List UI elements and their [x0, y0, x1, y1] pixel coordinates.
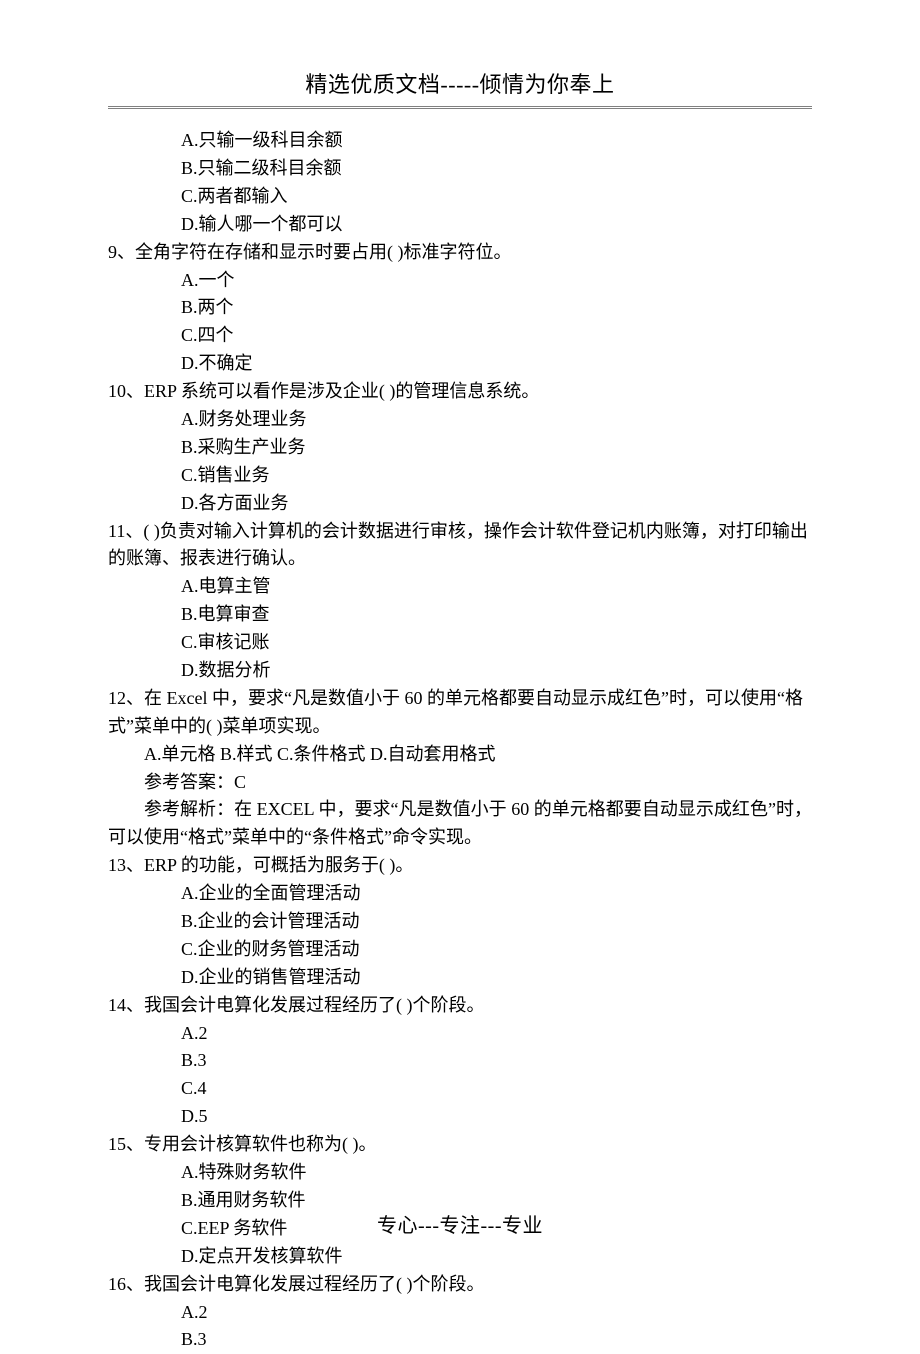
- answer-option: A.只输一级科目余额: [108, 127, 812, 155]
- answer-option: A.一个: [108, 267, 812, 295]
- answer-option: A.2: [108, 1020, 812, 1048]
- answer-options-inline: A.单元格 B.样式 C.条件格式 D.自动套用格式: [108, 741, 812, 769]
- answer-option: A.电算主管: [108, 573, 812, 601]
- answer-option: A.2: [108, 1299, 812, 1327]
- page-footer: 专心---专注---专业: [0, 1211, 920, 1242]
- answer-option: B.只输二级科目余额: [108, 155, 812, 183]
- question-text: 12、在 Excel 中，要求“凡是数值小于 60 的单元格都要自动显示成红色”…: [108, 685, 812, 741]
- question-text: 15、专用会计核算软件也称为( )。: [108, 1131, 812, 1159]
- document-body: A.只输一级科目余额B.只输二级科目余额C.两者都输入D.输人哪一个都可以9、全…: [0, 127, 920, 1354]
- answer-option: B.采购生产业务: [108, 434, 812, 462]
- answer-option: C.四个: [108, 322, 812, 350]
- answer-option: C.4: [108, 1075, 812, 1103]
- answer-option: C.销售业务: [108, 462, 812, 490]
- question-text: 10、ERP 系统可以看作是涉及企业( )的管理信息系统。: [108, 378, 812, 406]
- answer-option: D.企业的销售管理活动: [108, 964, 812, 992]
- answer-option: C.两者都输入: [108, 183, 812, 211]
- answer-option: B.两个: [108, 294, 812, 322]
- question-text: 9、全角字符在存储和显示时要占用( )标准字符位。: [108, 239, 812, 267]
- explanation-text: 参考解析：在 EXCEL 中，要求“凡是数值小于 60 的单元格都要自动显示成红…: [108, 796, 812, 852]
- question-text: 13、ERP 的功能，可概括为服务于( )。: [108, 852, 812, 880]
- answer-option: B.3: [108, 1326, 812, 1354]
- answer-option: D.不确定: [108, 350, 812, 378]
- reference-answer: 参考答案：C: [108, 769, 812, 797]
- answer-option: A.财务处理业务: [108, 406, 812, 434]
- answer-option: A.企业的全面管理活动: [108, 880, 812, 908]
- answer-option: C.企业的财务管理活动: [108, 936, 812, 964]
- header-rule: [108, 106, 812, 109]
- question-text: 11、( )负责对输入计算机的会计数据进行审核，操作会计软件登记机内账簿，对打印…: [108, 518, 812, 574]
- answer-option: D.定点开发核算软件: [108, 1243, 812, 1271]
- answer-option: A.特殊财务软件: [108, 1159, 812, 1187]
- answer-option: C.审核记账: [108, 629, 812, 657]
- answer-option: B.3: [108, 1047, 812, 1075]
- answer-option: D.各方面业务: [108, 490, 812, 518]
- answer-option: B.企业的会计管理活动: [108, 908, 812, 936]
- page-header: 精选优质文档-----倾情为你奉上: [0, 0, 920, 106]
- answer-option: B.电算审查: [108, 601, 812, 629]
- answer-option: D.输人哪一个都可以: [108, 211, 812, 239]
- question-text: 16、我国会计电算化发展过程经历了( )个阶段。: [108, 1271, 812, 1299]
- answer-option: D.数据分析: [108, 657, 812, 685]
- answer-option: D.5: [108, 1103, 812, 1131]
- question-text: 14、我国会计电算化发展过程经历了( )个阶段。: [108, 992, 812, 1020]
